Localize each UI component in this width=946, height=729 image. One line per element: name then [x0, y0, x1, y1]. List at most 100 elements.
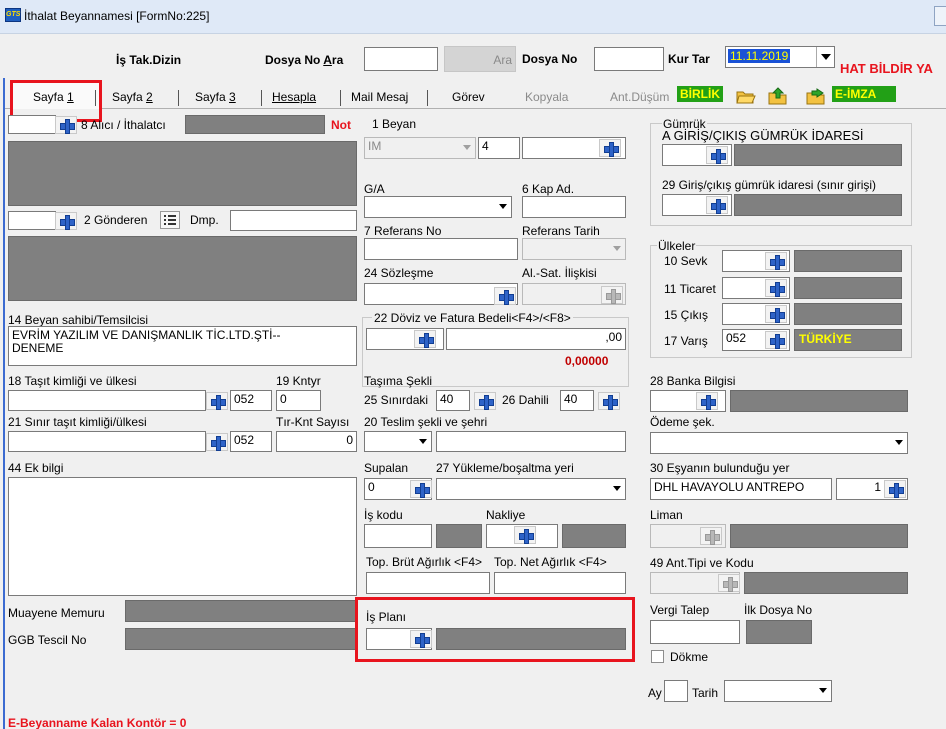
odeme-label: Ödeme şek. — [650, 415, 715, 429]
chevron-down-icon — [463, 145, 471, 150]
tarih-select[interactable] — [724, 680, 832, 702]
alici-lookup-button[interactable] — [55, 116, 77, 134]
sinir-girisi-lookup-button[interactable] — [706, 196, 728, 214]
tab-hesapla[interactable]: Hesapla — [272, 90, 316, 104]
teslim-sehir-input[interactable] — [436, 431, 626, 452]
net-label: Top. Net Ağırlık <F4> — [494, 555, 607, 569]
ant-tipi-label: 49 Ant.Tipi ve Kodu — [650, 556, 754, 570]
tasit-country-input[interactable]: 052 — [230, 390, 272, 411]
cikis-lookup-button[interactable] — [765, 305, 787, 323]
al-sat-lookup-button[interactable] — [601, 286, 623, 304]
dahili-input[interactable]: 40 — [560, 390, 594, 411]
folder-upload-icon[interactable] — [768, 87, 788, 105]
tab-separator — [427, 90, 428, 106]
tab-sayfa3[interactable]: Sayfa 3 — [195, 90, 236, 104]
giris-cikis-lookup-button[interactable] — [706, 146, 728, 164]
ay-input[interactable] — [664, 680, 688, 702]
sinirdaki-lookup-button[interactable] — [474, 392, 496, 410]
dokme-checkbox[interactable] — [651, 650, 664, 663]
kur-tar-date-picker[interactable]: 11.11.2019 — [725, 46, 835, 68]
net-input[interactable] — [494, 572, 626, 594]
dahili-lookup-button[interactable] — [598, 392, 620, 410]
vergi-talep-label: Vergi Talep — [650, 603, 710, 617]
sinir-tasit-country-input[interactable]: 052 — [230, 431, 272, 452]
is-kodu-field — [436, 524, 482, 548]
esya-lookup-button[interactable] — [884, 480, 906, 498]
tasit-lookup-button[interactable] — [206, 392, 228, 410]
ek-bilgi-label: 44 Ek bilgi — [8, 461, 64, 475]
brut-input[interactable] — [366, 572, 490, 594]
alici-code-input[interactable] — [8, 115, 56, 134]
kntyr-input[interactable]: 0 — [276, 390, 321, 411]
teslim-select[interactable] — [364, 431, 432, 452]
folder-export-icon[interactable] — [806, 87, 826, 105]
dmp-label: Dmp. — [190, 213, 219, 227]
dosya-no-ara-label: Dosya No Ara — [265, 53, 344, 67]
kontor-footer: E-Beyanname Kalan Kontör = 0 — [8, 716, 187, 729]
not-badge[interactable]: Not — [331, 118, 351, 132]
vergi-talep-input[interactable] — [650, 620, 740, 644]
sinir-tasit-label: 21 Sınır taşıt kimliği/ülkesi — [8, 415, 147, 429]
birlik-badge[interactable]: BİRLİK — [677, 86, 723, 102]
tasit-input[interactable] — [8, 390, 206, 411]
referans-tarih-select[interactable] — [522, 238, 626, 260]
ilk-dosya-label: İlk Dosya No — [744, 603, 813, 617]
is-tak-dizin-link[interactable]: İş Tak.Dizin — [116, 53, 181, 67]
ticaret-field — [794, 277, 902, 299]
alici-address-field — [8, 141, 357, 206]
banka-lookup-button[interactable] — [696, 392, 718, 410]
ay-label: Ay — [648, 686, 662, 700]
odeme-select[interactable] — [650, 432, 908, 454]
gonderen-address-field — [8, 236, 357, 301]
kap-input[interactable] — [522, 196, 626, 218]
window-control-button[interactable] — [934, 6, 946, 26]
tab-kopyala[interactable]: Kopyala — [525, 90, 568, 104]
doviz-value-input[interactable]: ,00 — [446, 328, 626, 350]
cikis-label: 15 Çıkış — [664, 308, 709, 322]
title-bar: GTS İthalat Beyannamesi [FormNo:225] — [0, 0, 946, 34]
referans-no-input[interactable] — [364, 238, 518, 260]
dosya-no-ara-input[interactable] — [364, 47, 438, 71]
nakliye-lookup-button[interactable] — [514, 526, 536, 544]
ara-button[interactable]: Ara — [444, 46, 516, 72]
sinirdaki-input[interactable]: 40 — [436, 390, 470, 411]
tir-knt-input[interactable]: 0 — [276, 431, 357, 452]
chevron-down-icon[interactable] — [816, 47, 834, 67]
folder-open-icon[interactable] — [736, 87, 756, 105]
tab-mail-mesaj[interactable]: Mail Mesaj — [351, 90, 408, 104]
sozlesme-lookup-button[interactable] — [494, 287, 516, 305]
list-icon[interactable] — [160, 211, 180, 229]
sinir-tasit-lookup-button[interactable] — [206, 433, 228, 451]
e-imza-badge[interactable]: E-İMZA — [832, 86, 896, 102]
doviz-lookup-button[interactable] — [414, 330, 436, 348]
gonderen-code-input[interactable] — [8, 211, 56, 230]
ant-tipi-lookup-button[interactable] — [718, 574, 740, 592]
beyan-sahibi-input[interactable]: EVRİM YAZILIM VE DANIŞMANLIK TİC.LTD.ŞTİ… — [8, 326, 357, 366]
tab-ant-dusum[interactable]: Ant.Düşüm — [610, 90, 669, 104]
sinirdaki-label: 25 Sınırdaki — [364, 393, 429, 407]
tab-gorev[interactable]: Görev — [452, 90, 485, 104]
is-kodu-input[interactable] — [364, 524, 432, 548]
alici-name-field — [185, 115, 325, 134]
kur-tar-label: Kur Tar — [668, 52, 710, 66]
tab-sayfa2[interactable]: Sayfa 2 — [112, 90, 153, 104]
dosya-no-input[interactable] — [594, 47, 664, 71]
ek-bilgi-textarea[interactable] — [8, 477, 357, 596]
ga-select[interactable] — [364, 196, 512, 218]
beyan-lookup-button[interactable] — [599, 139, 621, 157]
banka-label: 28 Banka Bilgisi — [650, 374, 736, 388]
liman-lookup-button[interactable] — [700, 527, 722, 545]
giris-cikis-field — [734, 144, 902, 166]
varis-lookup-button[interactable] — [765, 331, 787, 349]
beyan-no-input[interactable]: 4 — [478, 137, 520, 159]
ticaret-lookup-button[interactable] — [765, 279, 787, 297]
beyan-type-select[interactable]: IM — [364, 137, 476, 159]
sevk-lookup-button[interactable] — [765, 252, 787, 270]
gonderen-lookup-button[interactable] — [55, 212, 77, 230]
sinir-tasit-input[interactable] — [8, 431, 206, 452]
yukleme-select[interactable] — [436, 478, 626, 500]
supalan-lookup-button[interactable] — [410, 480, 432, 498]
chevron-down-icon — [419, 439, 427, 444]
esya-input[interactable]: DHL HAVAYOLU ANTREPO — [650, 478, 832, 500]
dmp-input[interactable] — [230, 210, 357, 231]
